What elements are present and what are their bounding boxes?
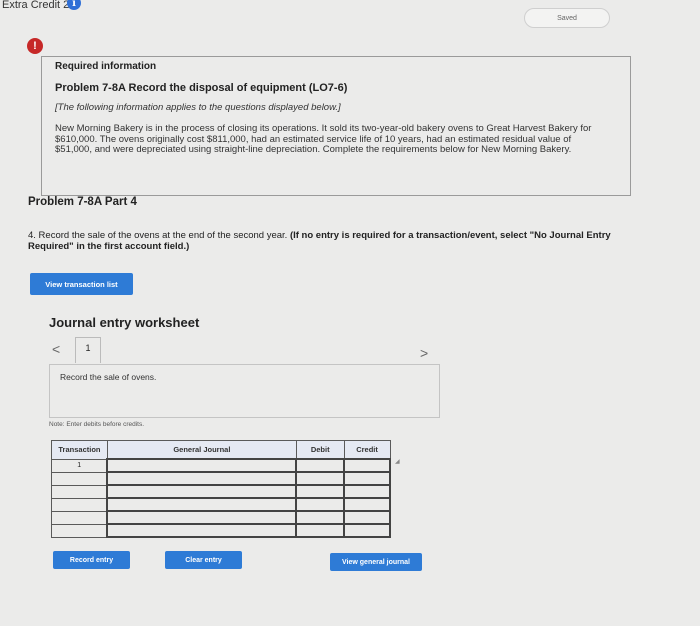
problem-title: Problem 7-8A Record the disposal of equi… [55, 82, 348, 94]
transaction-cell [51, 497, 108, 512]
credit-field[interactable] [343, 497, 391, 512]
table-row [51, 523, 391, 538]
credit-field[interactable] [343, 484, 391, 499]
account-field[interactable] [106, 458, 298, 473]
debit-field[interactable] [295, 510, 346, 525]
account-field[interactable] [106, 484, 298, 499]
saved-status-badge: Saved [524, 8, 610, 28]
credit-field[interactable] [343, 471, 391, 486]
resize-handle-icon: ◢ [395, 459, 400, 465]
column-header-transaction: Transaction [51, 440, 108, 460]
chevron-left-icon[interactable]: < [52, 341, 60, 357]
instruction-text: 4. Record the sale of the ovens at the e… [28, 230, 288, 241]
debit-field[interactable] [295, 497, 346, 512]
transaction-cell: 1 [51, 458, 108, 473]
view-transaction-list-button[interactable]: View transaction list [30, 273, 133, 295]
problem-note: [The following information applies to th… [55, 102, 341, 113]
view-general-journal-button[interactable]: View general journal [330, 553, 422, 571]
column-header-general-journal: General Journal [106, 440, 297, 460]
column-header-credit: Credit [343, 440, 391, 460]
debit-field[interactable] [295, 458, 346, 473]
transaction-cell [51, 471, 108, 486]
worksheet-note: Note: Enter debits before credits. [49, 421, 145, 428]
debit-field[interactable] [295, 471, 346, 486]
required-information-heading: Required information [55, 61, 157, 72]
problem-description: New Morning Bakery is in the process of … [55, 123, 592, 155]
table-row: 1 [51, 458, 391, 473]
debit-field[interactable] [295, 523, 346, 538]
account-field[interactable] [106, 510, 298, 525]
account-field[interactable] [106, 471, 298, 486]
worksheet-page-tab[interactable]: 1 [75, 337, 101, 363]
table-row [51, 484, 391, 499]
page-title: Extra Credit 2 [2, 0, 70, 11]
credit-field[interactable] [343, 523, 391, 538]
info-icon[interactable]: i [67, 0, 81, 10]
part-instruction: 4. Record the sale of the ovens at the e… [28, 230, 628, 252]
journal-entry-table: Transaction General Journal Debit Credit… [51, 440, 391, 538]
credit-field[interactable] [343, 458, 391, 473]
table-row [51, 497, 391, 512]
table-row [51, 471, 391, 486]
account-field[interactable] [106, 523, 298, 538]
worksheet-description: Record the sale of ovens. [60, 372, 157, 382]
part-title: Problem 7-8A Part 4 [28, 196, 137, 208]
chevron-right-icon[interactable]: > [420, 345, 428, 361]
worksheet-title: Journal entry worksheet [49, 315, 200, 330]
credit-field[interactable] [343, 510, 391, 525]
debit-field[interactable] [295, 484, 346, 499]
transaction-cell [51, 484, 108, 499]
column-header-debit: Debit [295, 440, 345, 460]
clear-entry-button[interactable]: Clear entry [165, 551, 242, 569]
alert-icon: ! [27, 38, 43, 54]
record-entry-button[interactable]: Record entry [53, 551, 130, 569]
account-field[interactable] [106, 497, 298, 512]
table-row [51, 510, 391, 525]
transaction-cell [51, 510, 108, 525]
transaction-cell [51, 523, 108, 538]
